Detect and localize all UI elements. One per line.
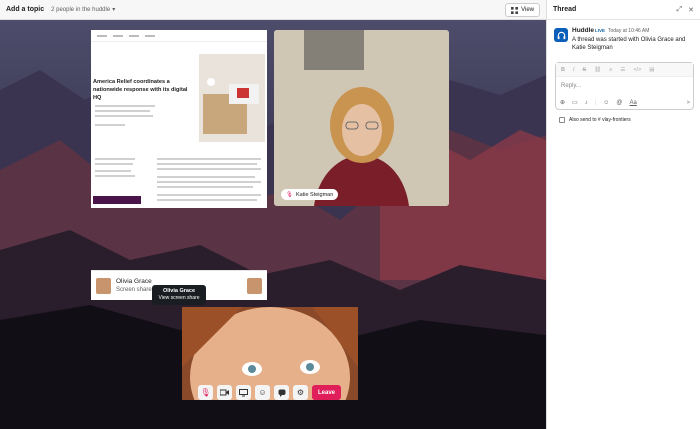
video-clip-icon[interactable]: ▭: [572, 99, 578, 106]
send-icon[interactable]: ➤: [686, 99, 691, 106]
shared-page-navbar: [91, 30, 267, 42]
monitor-icon: [239, 388, 248, 396]
screen-share-label: Screen share: [116, 287, 152, 293]
formatting-toolbar: B I S ⛓ ≡ ☰ </> ▤: [556, 63, 693, 77]
add-topic-button[interactable]: Add a topic: [6, 6, 44, 13]
code-icon[interactable]: </>: [633, 67, 641, 73]
mic-off-icon: 🎙: [200, 388, 211, 397]
chat-bubble-icon: [278, 389, 285, 397]
expand-icon[interactable]: ⤢: [677, 6, 683, 14]
view-label: View: [521, 7, 534, 13]
katie-video-tile[interactable]: [274, 30, 449, 206]
katie-name: Katie Steigman: [295, 191, 334, 198]
nav-placeholder: [97, 34, 107, 37]
microphone-icon[interactable]: ♪: [585, 100, 588, 106]
headphones-icon: [557, 31, 565, 39]
reaction-button[interactable]: ☺: [255, 385, 270, 400]
reply-input[interactable]: Reply...: [561, 83, 581, 89]
nav-placeholder: [113, 34, 123, 37]
code-block-icon[interactable]: ▤: [649, 67, 654, 73]
leave-button[interactable]: Leave: [312, 385, 342, 400]
thread-panel: Thread ⤢ ✕ Huddle LIVE Today at 10:46 AM…: [546, 0, 700, 429]
message-button[interactable]: [274, 385, 289, 400]
close-icon[interactable]: ✕: [688, 6, 694, 14]
nav-placeholder: [145, 34, 155, 37]
video-camera-icon: [220, 389, 229, 396]
plus-icon[interactable]: ⊕: [560, 99, 565, 106]
reply-composer[interactable]: B I S ⛓ ≡ ☰ </> ▤ Reply... ⊕ ▭ ♪ | ☺ @ A…: [555, 62, 694, 110]
bold-icon[interactable]: B: [561, 67, 565, 73]
italic-icon[interactable]: I: [573, 67, 575, 73]
also-send-checkbox[interactable]: [559, 117, 565, 123]
tooltip-name: Olivia Grace: [162, 288, 196, 294]
divider: |: [594, 99, 597, 106]
message-body: A thread was started with Olivia Grace a…: [572, 37, 686, 51]
people-count-label: 2 people in the huddle: [51, 6, 111, 13]
grid-icon: [511, 6, 519, 14]
shared-page-cta: [93, 196, 141, 204]
thread-header-actions: ⤢ ✕: [677, 6, 694, 14]
mic-button[interactable]: 🎙: [198, 385, 213, 400]
huddle-controls: 🎙 ☺ ⚙ Leave: [198, 385, 342, 400]
also-send-option[interactable]: Also send to # vlay-frontiers: [559, 117, 631, 123]
huddle-avatar: [554, 28, 568, 42]
screen-share-button[interactable]: [236, 385, 251, 400]
olivia-avatar: [247, 278, 262, 294]
tooltip-action: View screen share: [158, 295, 200, 301]
shared-page-headline: America Relief coordinates a nationwide …: [93, 79, 188, 101]
bulleted-list-icon[interactable]: ☰: [620, 67, 625, 73]
shared-page-photo: [199, 54, 265, 142]
nav-placeholder: [129, 34, 139, 37]
presenter-name: Olivia Grace: [116, 278, 152, 285]
boxes-image: [203, 78, 259, 134]
emoji-icon: ☺: [258, 388, 267, 397]
mention-icon[interactable]: @: [616, 100, 622, 106]
huddle-topbar: Add a topic 2 people in the huddle ▾ Vie…: [0, 0, 546, 20]
gear-icon: ⚙: [296, 388, 305, 397]
katie-video: [274, 30, 449, 206]
olivia-avatar: [96, 278, 111, 294]
link-icon[interactable]: ⛓: [594, 67, 601, 73]
view-button[interactable]: View: [505, 3, 540, 17]
settings-button[interactable]: ⚙: [293, 385, 308, 400]
mic-muted-icon: 🎙: [286, 191, 293, 198]
chevron-down-icon: ▾: [112, 7, 116, 13]
katie-name-label: 🎙 Katie Steigman: [281, 189, 339, 200]
people-in-huddle-dropdown[interactable]: 2 people in the huddle ▾: [51, 6, 116, 14]
thread-title: Thread: [553, 6, 577, 13]
message-author[interactable]: Huddle: [572, 27, 594, 34]
ordered-list-icon[interactable]: ≡: [609, 67, 612, 73]
composer-tools: ⊕ ▭ ♪ | ☺ @ Aa ➤: [560, 99, 691, 107]
thread-message: Huddle LIVE Today at 10:46 AM A thread w…: [547, 20, 700, 58]
also-send-label: Also send to # vlay-frontiers: [569, 117, 631, 123]
text-format-icon[interactable]: Aa: [630, 100, 637, 106]
thread-header: Thread ⤢ ✕: [547, 0, 700, 20]
olivia-tooltip: Olivia Grace View screen share: [152, 285, 206, 305]
live-badge: LIVE: [595, 28, 606, 33]
strikethrough-icon[interactable]: S: [583, 67, 587, 73]
emoji-icon[interactable]: ☺: [603, 100, 609, 106]
message-time[interactable]: Today at 10:46 AM: [608, 28, 649, 34]
huddle-stage: America Relief coordinates a nationwide …: [0, 20, 546, 429]
video-button[interactable]: [217, 385, 232, 400]
screen-share-tile[interactable]: America Relief coordinates a nationwide …: [91, 30, 267, 208]
